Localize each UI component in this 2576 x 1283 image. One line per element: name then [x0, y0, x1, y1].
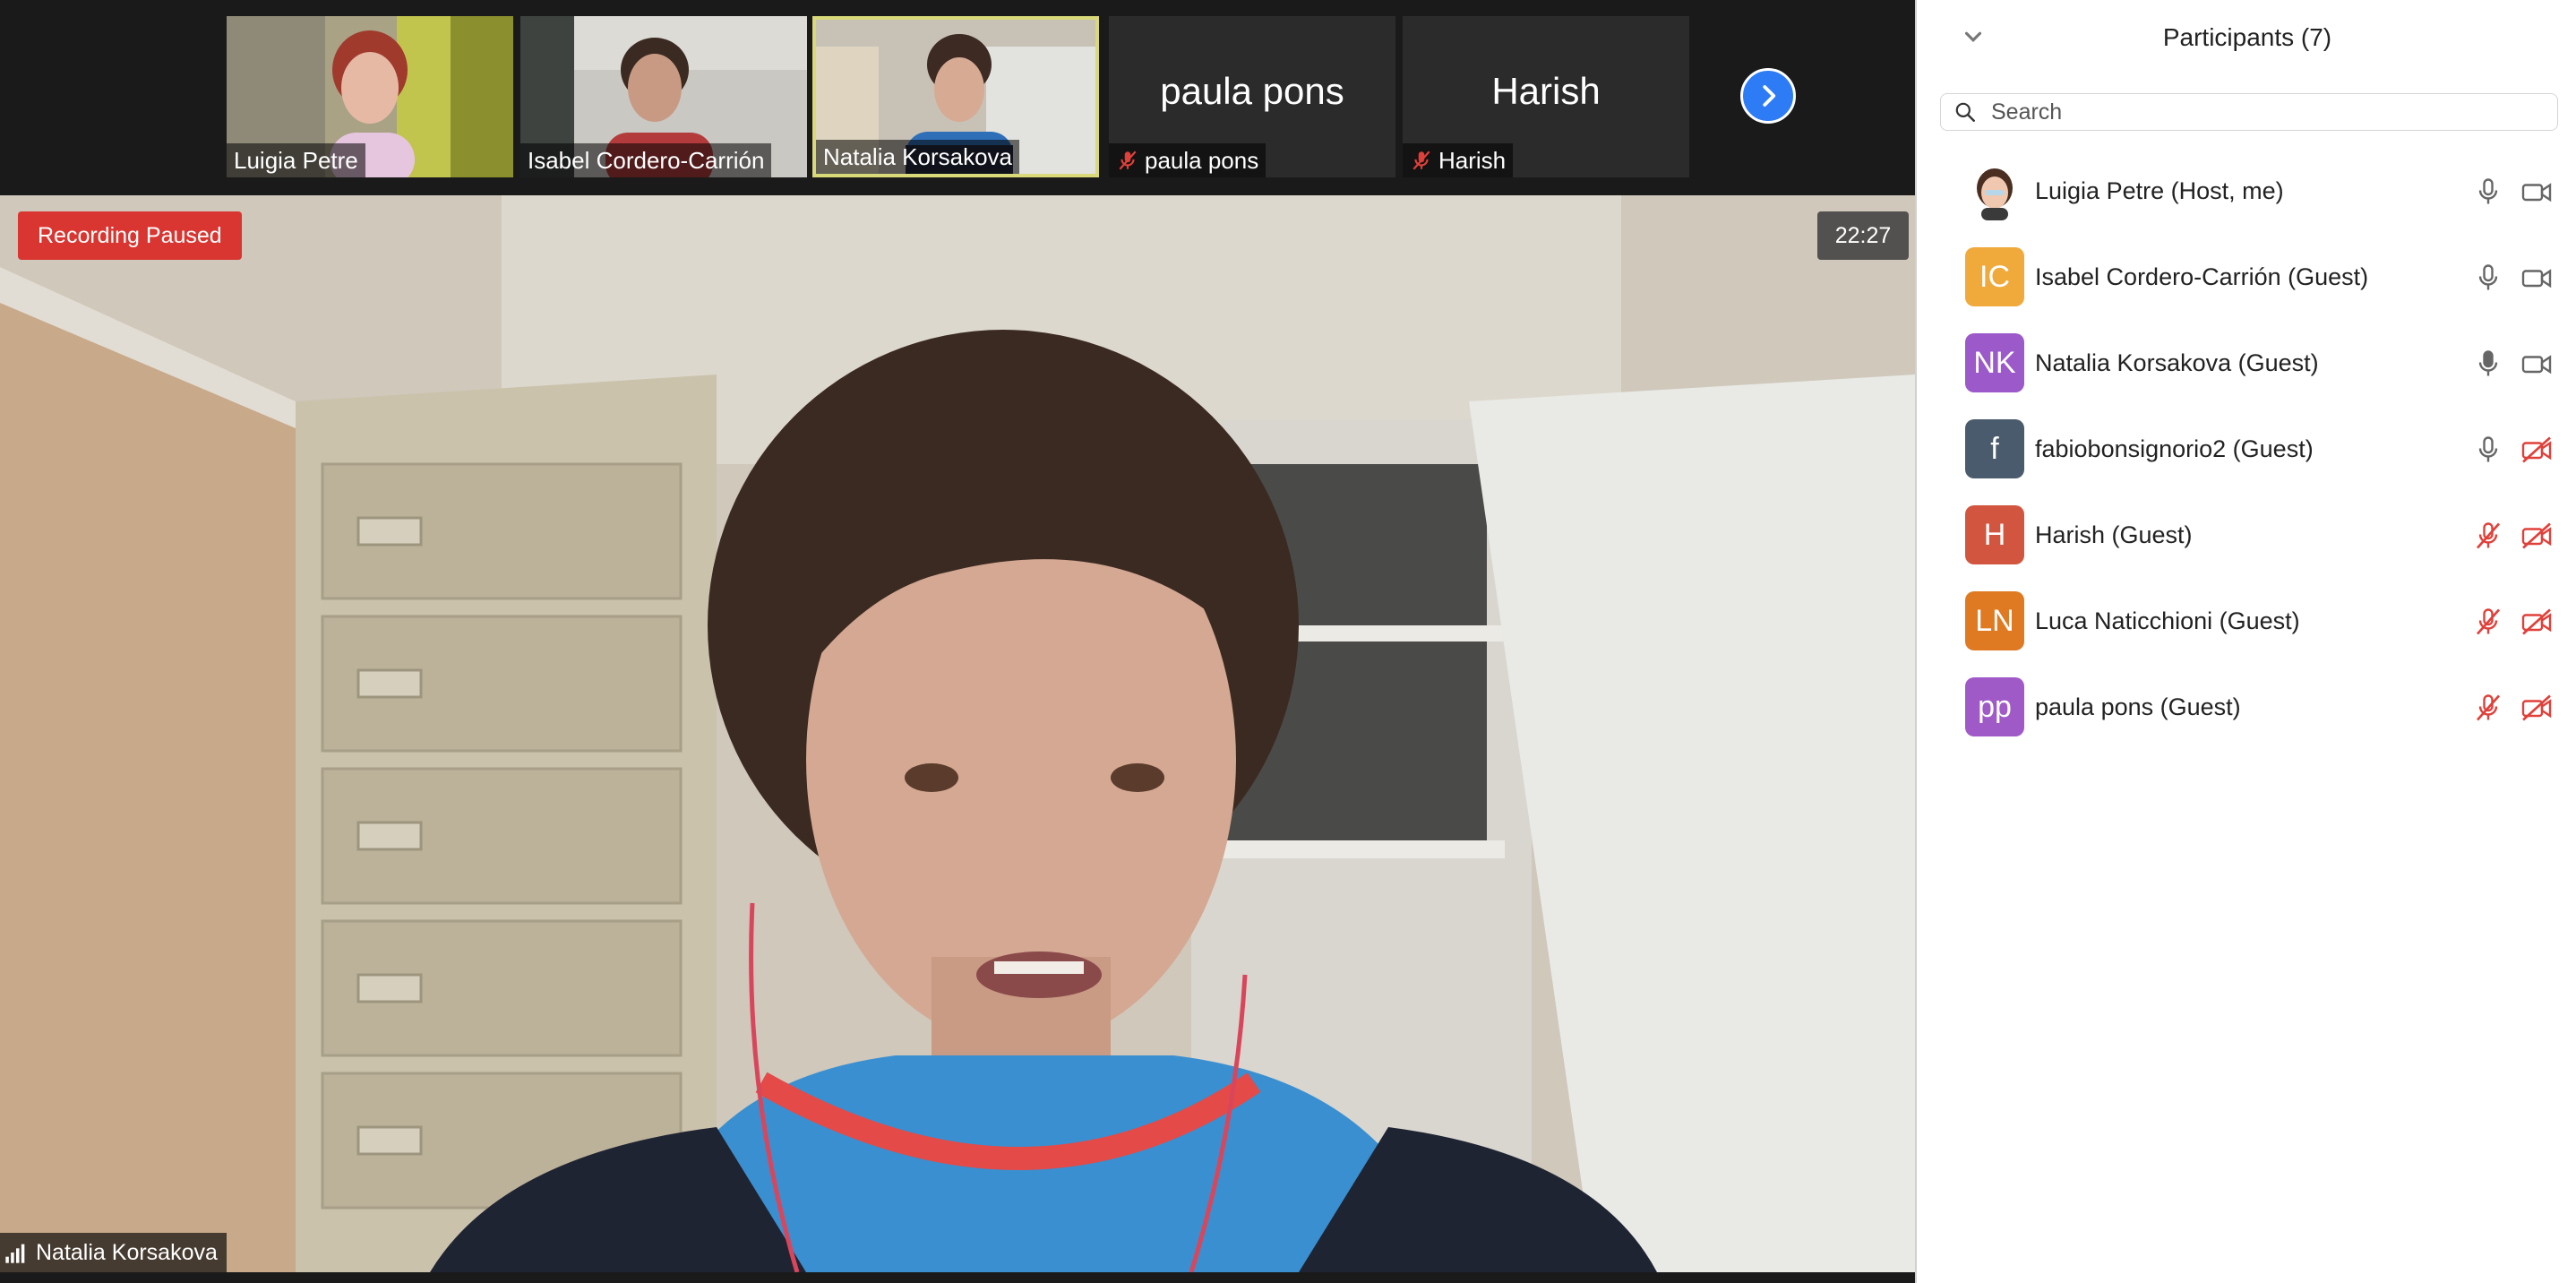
thumbnail-display-name: paula pons — [1160, 70, 1344, 112]
active-speaker-name: Natalia Korsakova — [36, 1240, 218, 1265]
muted-mic-icon — [1119, 151, 1137, 170]
meeting-timer: 22:27 — [1817, 211, 1909, 260]
thumbnail-name-tag: Luigia Petre — [227, 143, 365, 177]
participant-name: Harish (Guest) — [2035, 521, 2193, 548]
video-off-icon[interactable] — [2519, 606, 2555, 638]
muted-mic-icon[interactable] — [2472, 606, 2504, 638]
thumbnail-display-name: Harish — [1491, 70, 1601, 112]
video-off-icon[interactable] — [2519, 520, 2555, 552]
video-camera-icon[interactable] — [2519, 176, 2555, 208]
avatar: f — [1965, 419, 2024, 478]
avatar — [1965, 161, 2024, 220]
thumbnail-natalia-korsakova[interactable]: Natalia Korsakova — [812, 16, 1099, 177]
muted-mic-icon — [1413, 151, 1430, 170]
participant-row[interactable]: H Harish (Guest) — [1917, 493, 2576, 579]
search-input[interactable] — [1989, 98, 2530, 126]
participants-panel: Participants (7) Luigia Petre (Host, me)… — [1915, 0, 2576, 1283]
thumbnail-name-tag: Isabel Cordero-Carrión — [520, 143, 772, 177]
mic-icon[interactable] — [2472, 434, 2504, 466]
avatar: NK — [1965, 333, 2024, 392]
muted-mic-icon[interactable] — [2472, 692, 2504, 724]
participant-row[interactable]: f fabiobonsignorio2 (Guest) — [1917, 407, 2576, 493]
chevron-right-icon — [1763, 85, 1776, 107]
video-area: Luigia Petre Isabel Cordero-Carrión Nata… — [0, 0, 1915, 1283]
next-page-button[interactable] — [1740, 68, 1796, 124]
participant-name: fabiobonsignorio2 (Guest) — [2035, 435, 2314, 462]
participant-row[interactable]: IC Isabel Cordero-Carrión (Guest) — [1917, 235, 2576, 321]
participant-row[interactable]: pp paula pons (Guest) — [1917, 665, 2576, 751]
thumbnail-name: Isabel Cordero-Carrión — [528, 147, 765, 174]
thumbnail-name-tag: paula pons — [1109, 143, 1267, 177]
recording-status-badge[interactable]: Recording Paused — [18, 211, 242, 260]
thumbnail-name: Natalia Korsakova — [823, 143, 1012, 170]
participant-name: Isabel Cordero-Carrión (Guest) — [2035, 263, 2369, 290]
thumbnail-luigia-petre[interactable]: Luigia Petre — [227, 16, 513, 177]
video-off-icon[interactable] — [2519, 692, 2555, 724]
participant-name: Natalia Korsakova (Guest) — [2035, 349, 2319, 376]
mic-icon[interactable] — [2472, 262, 2504, 294]
participant-name: Luigia Petre (Host, me) — [2035, 177, 2284, 204]
thumbnail-name: paula pons — [1145, 147, 1259, 174]
mic-icon[interactable] — [2472, 176, 2504, 208]
active-speaker-name-tag: Natalia Korsakova — [0, 1233, 227, 1272]
panel-title: Participants (7) — [2162, 23, 2332, 51]
avatar: H — [1965, 505, 2024, 564]
avatar: IC — [1965, 247, 2024, 306]
thumbnail-name: Luigia Petre — [234, 147, 358, 174]
avatar: pp — [1965, 677, 2024, 736]
participants-panel-header: Participants (7) — [1917, 0, 2576, 77]
thumbnail-harish[interactable]: Harish Harish — [1403, 16, 1689, 177]
participant-name: paula pons (Guest) — [2035, 693, 2241, 720]
participant-row[interactable]: LN Luca Naticchioni (Guest) — [1917, 579, 2576, 665]
participant-row[interactable]: NK Natalia Korsakova (Guest) — [1917, 321, 2576, 407]
speaker-video-feed — [0, 195, 1915, 1272]
video-off-icon[interactable] — [2519, 434, 2555, 466]
participant-name: Luca Naticchioni (Guest) — [2035, 607, 2300, 634]
thumbnail-name-tag: Natalia Korsakova — [816, 140, 1019, 174]
active-speaker-video — [0, 195, 1915, 1272]
muted-mic-icon[interactable] — [2472, 520, 2504, 552]
thumbnail-strip: Luigia Petre Isabel Cordero-Carrión Nata… — [0, 0, 1915, 195]
memoji-avatar-icon — [1965, 161, 2024, 220]
participant-row[interactable]: Luigia Petre (Host, me) — [1917, 149, 2576, 235]
video-camera-icon[interactable] — [2519, 262, 2555, 294]
search-icon — [1955, 102, 1975, 122]
avatar: LN — [1965, 591, 2024, 650]
mic-icon[interactable] — [2472, 348, 2504, 380]
thumbnail-paula-pons[interactable]: paula pons paula pons — [1109, 16, 1395, 177]
search-box[interactable] — [1940, 93, 2558, 131]
thumbnail-name: Harish — [1438, 147, 1507, 174]
video-camera-icon[interactable] — [2519, 348, 2555, 380]
signal-strength-icon — [5, 1244, 25, 1263]
thumbnail-name-tag: Harish — [1403, 143, 1514, 177]
thumbnail-isabel-cordero-carrion[interactable]: Isabel Cordero-Carrión — [520, 16, 807, 177]
